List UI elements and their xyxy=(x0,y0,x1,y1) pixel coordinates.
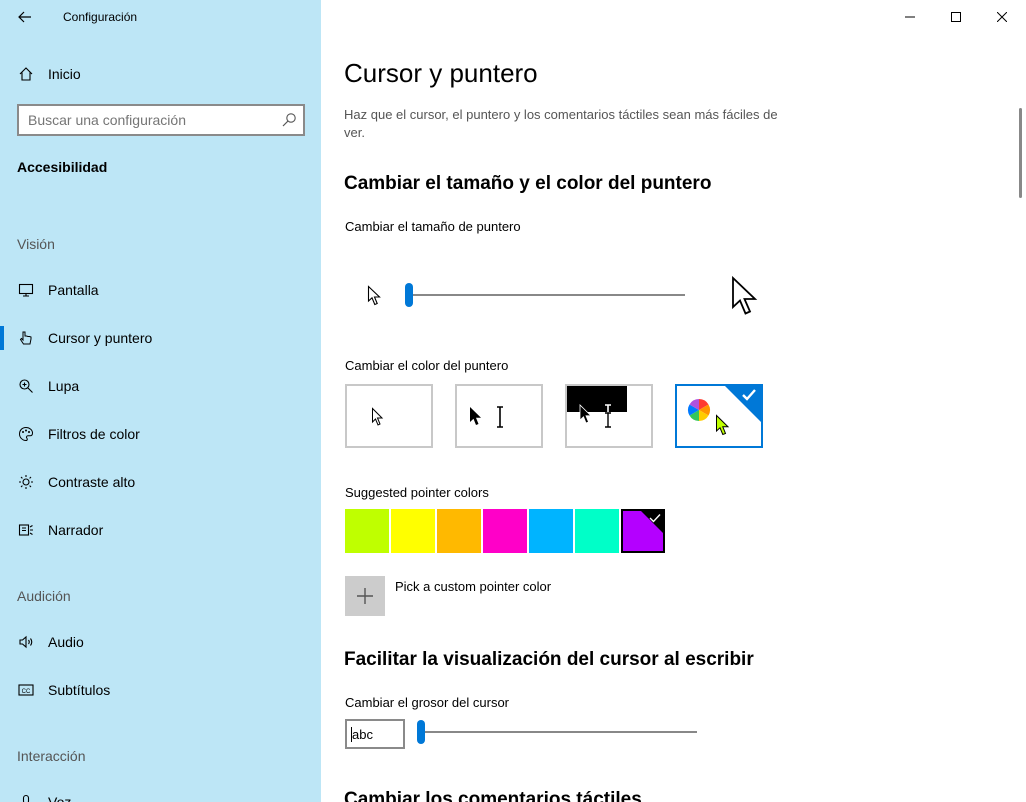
checkmark-icon xyxy=(649,514,661,523)
sidebar-item-label: Narrador xyxy=(48,522,104,538)
size-label: Cambiar el tamaño de puntero xyxy=(345,219,521,234)
search-icon[interactable] xyxy=(281,112,297,128)
minimize-icon xyxy=(905,16,915,18)
minimize-button[interactable] xyxy=(887,0,933,34)
back-arrow-icon xyxy=(18,11,31,23)
page-title: Cursor y puntero xyxy=(344,58,538,88)
cursor-thickness-slider-track[interactable] xyxy=(421,731,697,733)
section-heading-touch: Cambiar los comentarios táctiles xyxy=(344,789,642,802)
cursor-preview-text: abc xyxy=(351,727,373,742)
sidebar-item-lupa[interactable]: Lupa xyxy=(0,366,321,406)
search-box[interactable] xyxy=(17,104,305,136)
cursor-hand-icon xyxy=(17,329,35,347)
inverted-black-region xyxy=(567,386,627,412)
group-heading-audio: Audición xyxy=(17,588,71,604)
inverted-pointer-icon xyxy=(579,404,592,424)
thickness-label: Cambiar el grosor del cursor xyxy=(345,695,510,710)
sidebar-item-label: Pantalla xyxy=(48,282,99,298)
sidebar-item-label: Filtros de color xyxy=(48,426,140,442)
nav-home[interactable]: Inicio xyxy=(0,56,321,92)
sidebar-item-subtitulos[interactable]: CC Subtítulos xyxy=(0,670,321,710)
cursor-thickness-preview: abc xyxy=(345,719,405,749)
microphone-icon xyxy=(17,793,35,802)
sidebar-item-filtros[interactable]: Filtros de color xyxy=(0,414,321,454)
home-icon xyxy=(17,65,35,83)
color-label: Cambiar el color del puntero xyxy=(345,358,509,373)
sidebar-item-cursor[interactable]: Cursor y puntero xyxy=(0,318,321,358)
group-heading-vision: Visión xyxy=(17,236,55,252)
suggested-colors-label: Suggested pointer colors xyxy=(345,485,489,500)
sidebar-item-label: Audio xyxy=(48,634,84,650)
custom-color-pointer-icon xyxy=(716,414,730,436)
current-section-title: Accesibilidad xyxy=(17,159,108,175)
pointer-size-slider-thumb[interactable] xyxy=(405,283,413,307)
svg-text:CC: CC xyxy=(22,689,31,695)
magnifier-icon xyxy=(17,377,35,395)
color-swatch[interactable] xyxy=(391,509,435,553)
sidebar-item-label: Lupa xyxy=(48,378,80,394)
color-swatch[interactable] xyxy=(483,509,527,553)
main-content: Cursor y puntero Haz que el cursor, el p… xyxy=(321,0,1026,802)
cc-icon: CC xyxy=(17,681,35,699)
sidebar-item-pantalla[interactable]: Pantalla xyxy=(0,270,321,310)
title-bar: Configuración xyxy=(0,0,321,34)
pointer-color-inverted[interactable] xyxy=(565,384,653,448)
sidebar-item-label: Subtítulos xyxy=(48,682,111,698)
close-button[interactable] xyxy=(979,0,1025,34)
app-title: Configuración xyxy=(63,10,138,24)
large-pointer-icon xyxy=(732,276,758,315)
custom-color-label[interactable]: Pick a custom pointer color xyxy=(395,579,551,594)
sun-icon xyxy=(17,473,35,491)
small-pointer-icon xyxy=(367,285,381,306)
section-heading-cursor: Facilitar la visualización del cursor al… xyxy=(344,649,754,670)
checkmark-icon xyxy=(742,389,756,401)
vertical-scrollbar[interactable] xyxy=(1019,108,1022,198)
color-wheel-icon xyxy=(688,399,710,421)
monitor-icon xyxy=(17,281,35,299)
palette-icon xyxy=(17,425,35,443)
pointer-size-slider-track[interactable] xyxy=(409,294,685,296)
section-heading-size-color: Cambiar el tamaño y el color del puntero xyxy=(344,173,712,194)
pointer-color-white[interactable] xyxy=(345,384,433,448)
nav-home-label: Inicio xyxy=(48,66,81,82)
page-description: Haz que el cursor, el puntero y los come… xyxy=(344,107,778,140)
sidebar-item-narrador[interactable]: Narrador xyxy=(0,510,321,550)
plus-icon xyxy=(357,588,373,604)
group-heading-interaction: Interacción xyxy=(17,748,86,764)
color-swatch[interactable] xyxy=(529,509,573,553)
sidebar-item-label: Contraste alto xyxy=(48,474,136,490)
maximize-button[interactable] xyxy=(933,0,979,34)
sidebar: Configuración Inicio Accesibilidad Visió… xyxy=(0,0,321,802)
pointer-color-custom[interactable] xyxy=(675,384,763,448)
cursor-thickness-slider-thumb[interactable] xyxy=(417,720,425,744)
black-text-cursor-icon xyxy=(497,406,503,428)
sidebar-item-label: Voz xyxy=(48,794,72,802)
sidebar-item-voz[interactable]: Voz xyxy=(0,782,321,802)
color-swatch[interactable] xyxy=(621,509,665,553)
search-input[interactable] xyxy=(28,112,268,128)
sidebar-item-contraste[interactable]: Contraste alto xyxy=(0,462,321,502)
back-button[interactable] xyxy=(8,4,42,30)
speaker-icon xyxy=(17,633,35,651)
custom-color-button[interactable] xyxy=(345,576,385,616)
sidebar-item-label: Cursor y puntero xyxy=(48,330,153,346)
black-pointer-icon xyxy=(470,407,481,425)
white-pointer-icon xyxy=(372,407,384,426)
pointer-color-black[interactable] xyxy=(455,384,543,448)
narrator-icon xyxy=(17,521,35,539)
inverted-text-cursor-icon xyxy=(605,404,611,428)
color-swatch[interactable] xyxy=(437,509,481,553)
close-icon xyxy=(997,12,1007,22)
maximize-icon xyxy=(951,12,961,22)
color-swatch[interactable] xyxy=(345,509,389,553)
sidebar-item-audio[interactable]: Audio xyxy=(0,622,321,662)
color-swatch[interactable] xyxy=(575,509,619,553)
